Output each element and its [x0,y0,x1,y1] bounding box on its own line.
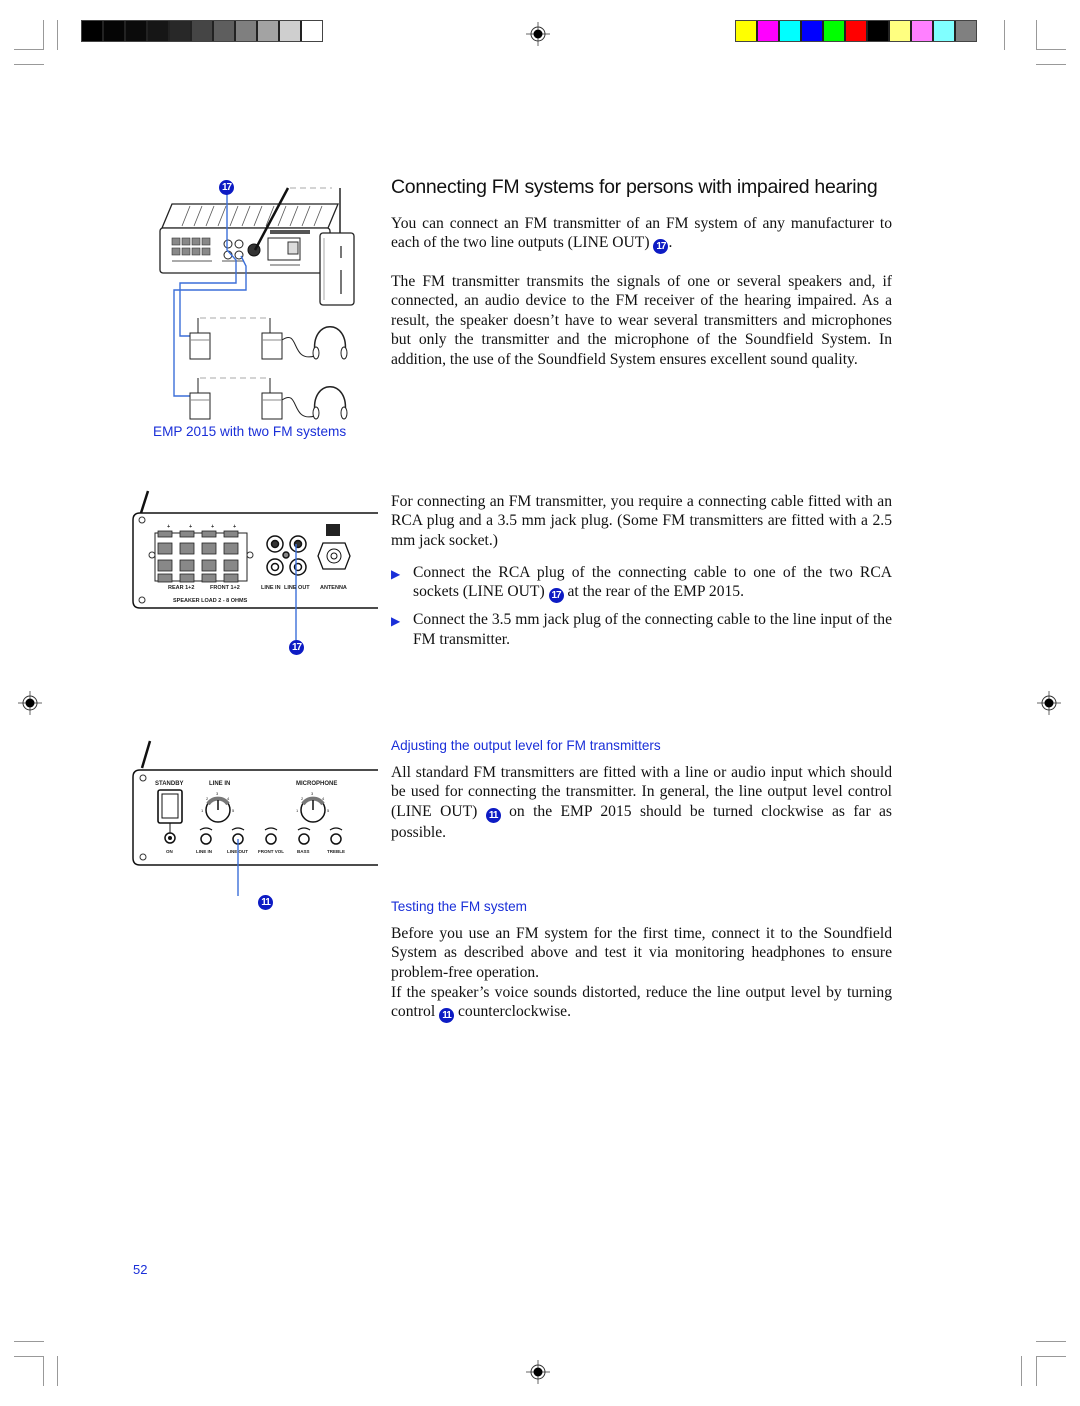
intro-paragraph-2: The FM transmitter transmits the signals… [391,273,892,368]
section-heading-testing: Testing the FM system [391,899,527,914]
crop-mark [1036,64,1066,65]
intro-punct: . [668,234,673,252]
callout-17: 17 [548,588,564,604]
crop-mark [1036,20,1037,50]
bullet-triangle-icon: ▶ [391,567,401,581]
label-treble: TREBLE [327,849,345,854]
calibration-swatch [890,21,912,41]
crop-mark [14,64,44,65]
label-rear: REAR 1+2 [168,585,194,591]
label-line-in: LINE IN [196,849,212,854]
svg-text:+: + [211,524,214,530]
figure-front-panel: STANDBY LINE IN MICROPHONE ON LINE IN LI… [128,738,378,913]
section-heading-adjusting: Adjusting the output level for FM transm… [391,738,661,753]
crop-mark [14,49,44,50]
calibration-swatch [912,21,934,41]
speaker-terminals [148,530,254,583]
calibration-swatch [824,21,846,41]
figure-caption: EMP 2015 with two FM systems [153,424,347,439]
svg-text:+: + [189,524,192,530]
calibration-swatch [934,21,956,41]
crop-mark [57,20,58,50]
instruction-step-1: ▶ Connect the RCA plug of the connecting… [391,564,892,604]
calibration-swatch [148,21,170,41]
page-number: 52 [133,1262,148,1277]
crop-mark [1036,1356,1066,1357]
label-bass: BASS [297,849,310,854]
calibration-swatch [280,21,302,41]
amplifier-illustration [159,187,339,274]
label-line-out: LINE OUT [227,849,248,854]
label-line-out: LINE OUT [284,585,310,591]
fm-receiver-row-2 [189,377,348,420]
testing-paragraph-2: If the speaker’s voice sounds distorted,… [391,984,892,1024]
crop-mark [1036,1356,1037,1386]
label-antenna: ANTENNA [320,585,347,591]
testing-paragraph-1: Before you use an FM system for the firs… [391,925,892,981]
svg-text:+: + [233,524,236,530]
calibration-swatch [302,21,322,41]
calibration-swatch [236,21,258,41]
fm-receiver-row-1 [189,317,348,360]
callout-17: 17 [219,180,234,195]
callout-11: 11 [258,895,273,910]
calibration-swatch [82,21,104,41]
intro-paragraph-1: You can connect an FM transmitter of an … [391,214,892,255]
svg-text:+: + [167,524,170,530]
calibration-swatch [956,21,976,41]
label-speaker-load: SPEAKER LOAD 2 - 8 OHMS [173,598,248,604]
microphone-knob [300,796,326,823]
label-front-vol: FRONT VOL [258,849,284,854]
crop-mark [43,1356,44,1386]
figure-fm-system-diagram: 17 [150,178,365,423]
color-calibration-bar [735,20,977,42]
crop-mark [1004,20,1005,50]
crop-mark [43,20,44,50]
crop-mark [14,1356,44,1357]
adjusting-paragraph: All standard FM transmitters are fitted … [391,764,892,841]
registration-mark-icon [526,22,550,46]
crop-mark [57,1356,58,1386]
label-line-in-knob: LINE IN [209,781,230,787]
calibration-swatch [214,21,236,41]
line-in-knob [205,796,231,823]
calibration-swatch [258,21,280,41]
grayscale-calibration-bar [81,20,323,42]
crop-mark [1036,49,1066,50]
calibration-swatch [802,21,824,41]
calibration-swatch [868,21,890,41]
label-on: ON [166,849,173,854]
label-microphone: MICROPHONE [296,781,337,787]
calibration-swatch [192,21,214,41]
crop-mark [1036,1341,1066,1342]
calibration-swatch [104,21,126,41]
label-front: FRONT 1+2 [210,585,240,591]
callout-17: 17 [289,640,304,655]
label-line-in: LINE IN [261,585,281,591]
figure-rear-panel: + + + + REAR 1+2 FRONT 1+2 LINE IN LINE OUT… [128,488,378,658]
page-title: Connecting FM systems for persons with i… [391,176,878,198]
intro-text: You can connect an FM transmitter of an … [391,215,892,252]
callout-17: 17 [653,239,669,255]
calibration-swatch [170,21,192,41]
label-standby: STANDBY [155,781,184,787]
calibration-swatch [846,21,868,41]
calibration-swatch [736,21,758,41]
bullet-triangle-icon: ▶ [391,614,401,629]
instruction-step-2: ▶ Connect the 3.5 mm jack plug of the co… [391,611,892,648]
callout-11: 11 [485,807,501,823]
calibration-swatch [126,21,148,41]
cable-paragraph: For connecting an FM transmitter, you re… [391,493,892,549]
calibration-swatch [780,21,802,41]
registration-mark-icon [18,691,42,715]
registration-mark-icon [526,1360,550,1384]
callout-11: 11 [439,1008,455,1024]
crop-mark [1021,1356,1022,1386]
instruction-list: ▶ Connect the RCA plug of the connecting… [391,563,892,656]
crop-mark [14,1341,44,1342]
calibration-swatch [758,21,780,41]
registration-mark-icon [1037,691,1061,715]
